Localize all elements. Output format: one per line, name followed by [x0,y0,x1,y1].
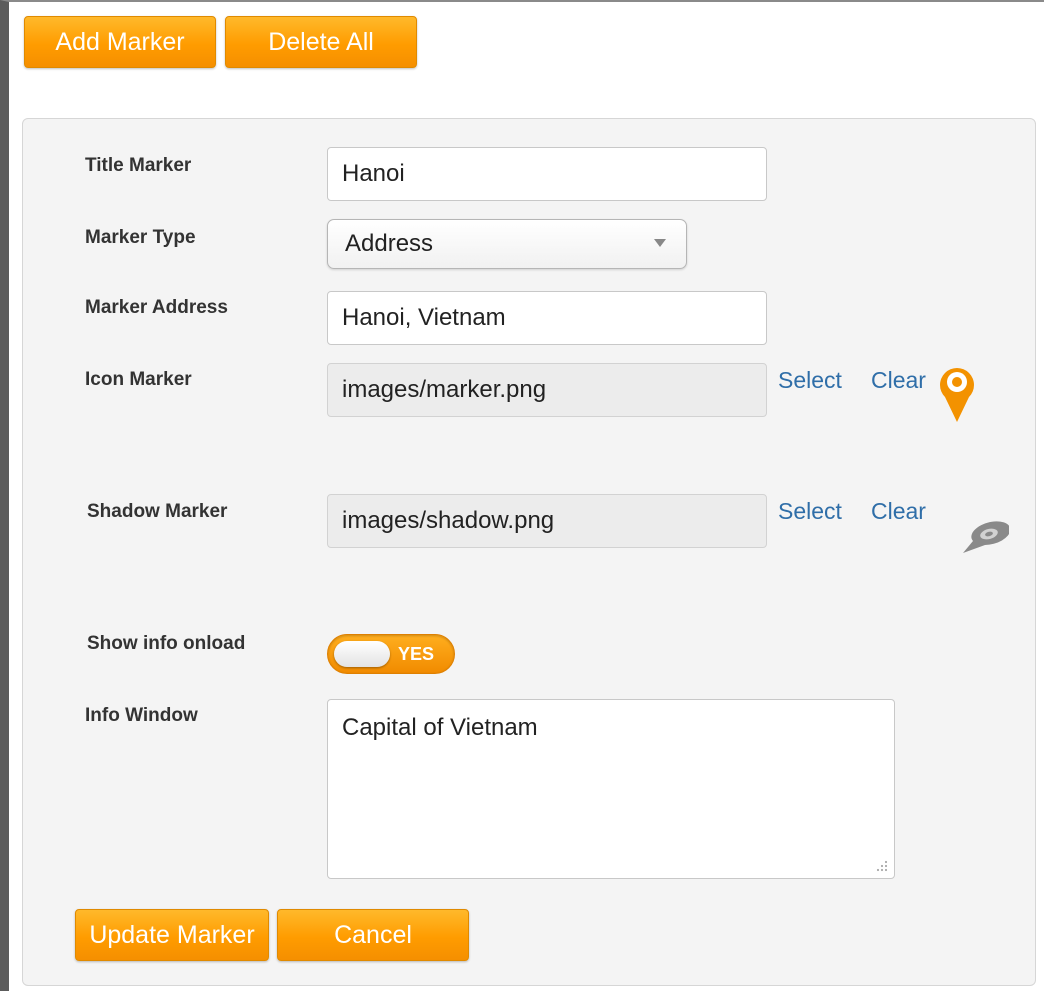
add-marker-button[interactable]: Add Marker [24,16,216,68]
map-pin-icon [940,367,974,422]
toggle-state-text: YES [398,644,435,664]
delete-all-button[interactable]: Delete All [225,16,417,68]
toggle-knob [334,641,390,667]
icon-marker-input[interactable]: images/marker.png [327,363,767,417]
shadow-select-link[interactable]: Select [778,498,842,525]
info-window-label: Info Window [85,705,198,726]
show-info-label: Show info onload [87,633,246,654]
update-marker-button[interactable]: Update Marker [75,909,269,961]
icon-marker-label: Icon Marker [85,369,192,390]
marker-form-panel: Title Marker Hanoi Marker Type Address M… [22,118,1036,986]
title-marker-label: Title Marker [85,155,192,176]
resize-handle-icon[interactable] [876,860,888,872]
icon-clear-link[interactable]: Clear [871,367,926,394]
info-window-textarea[interactable]: Capital of Vietnam [327,699,895,879]
marker-type-select[interactable]: Address [327,219,687,269]
shadow-clear-link[interactable]: Clear [871,498,926,525]
chevron-down-icon [654,239,666,247]
marker-type-value: Address [345,230,434,257]
marker-address-label: Marker Address [85,297,228,318]
marker-shadow-icon [963,521,1009,553]
show-info-toggle[interactable]: YES [327,634,455,674]
icon-select-link[interactable]: Select [778,367,842,394]
cancel-button[interactable]: Cancel [277,909,469,961]
marker-address-input[interactable]: Hanoi, Vietnam [327,291,767,345]
shadow-marker-input[interactable]: images/shadow.png [327,494,767,548]
title-marker-input[interactable]: Hanoi [327,147,767,201]
shadow-marker-label: Shadow Marker [87,501,228,522]
marker-type-label: Marker Type [85,227,196,248]
info-window-text: Capital of Vietnam [342,714,538,741]
